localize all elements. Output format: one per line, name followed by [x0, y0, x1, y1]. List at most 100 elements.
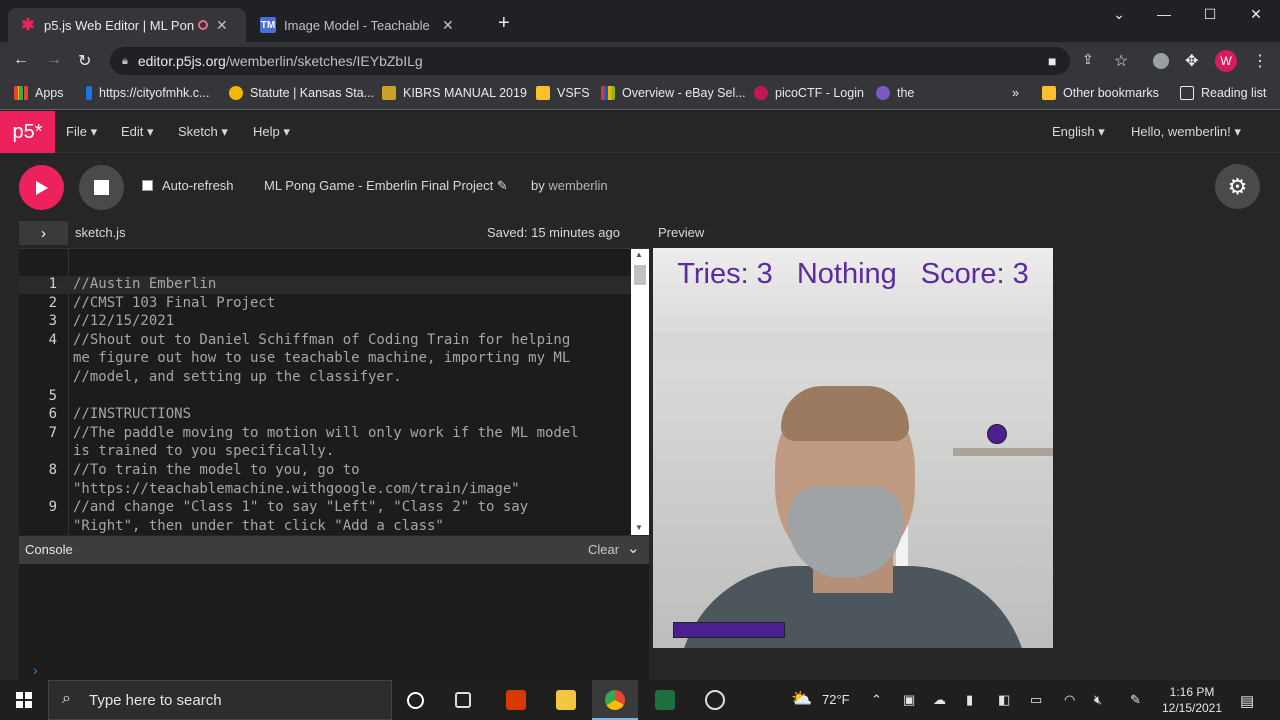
tab-search-icon[interactable]: ⌄: [1096, 6, 1142, 23]
auto-refresh-checkbox[interactable]: [142, 180, 153, 191]
reading-list[interactable]: Reading list: [1180, 86, 1266, 100]
settings-gear-icon[interactable]: ⚙: [1215, 164, 1260, 209]
new-tab-button[interactable]: +: [498, 12, 510, 35]
bookmark-ebay[interactable]: Overview - eBay Sel...: [601, 86, 746, 100]
windows-start-icon[interactable]: [16, 692, 32, 708]
code-line: //To train the model to you, go to: [73, 462, 360, 478]
bookmark-the[interactable]: the: [876, 86, 914, 100]
preview-canvas[interactable]: Tries: 3 Nothing Score: 3: [653, 248, 1053, 648]
saved-status: Saved: 15 minutes ago: [487, 225, 620, 240]
apps-grid-icon: [14, 86, 28, 100]
stop-button[interactable]: [79, 165, 124, 210]
office-icon[interactable]: [506, 690, 526, 710]
close-tab-icon[interactable]: ✕: [216, 17, 228, 34]
code-line: //Austin Emberlin: [73, 276, 217, 292]
browser-menu-icon[interactable]: ⋮: [1252, 51, 1268, 71]
menu-edit[interactable]: Edit ▾: [121, 124, 154, 140]
menu-file[interactable]: File ▾: [66, 124, 97, 140]
bookmark-kibrs[interactable]: KIBRS MANUAL 2019: [382, 86, 527, 100]
bookmark-star-icon[interactable]: ☆: [1114, 51, 1128, 71]
bookmark-cityofmhk[interactable]: https://cityofmhk.c...: [86, 86, 209, 100]
usb-icon[interactable]: ▮: [966, 692, 973, 708]
pen-icon[interactable]: ✎: [1130, 692, 1141, 708]
collapse-console-icon[interactable]: ⌄: [627, 539, 640, 557]
sketch-toolbar: Auto-refresh ML Pong Game - Emberlin Fin…: [0, 153, 1280, 218]
bookmark-apps[interactable]: Apps: [14, 86, 64, 100]
console-output[interactable]: ›: [19, 564, 649, 680]
taskbar-search-box[interactable]: ⌕ Type here to search: [48, 680, 392, 720]
bookmarks-overflow-button[interactable]: »: [1012, 86, 1019, 100]
extension-icon[interactable]: [1153, 53, 1169, 69]
code-editor[interactable]: 1 //Austin Emberlin 2 //CMST 103 Final Proj…: [19, 248, 649, 535]
teachable-machine-favicon-icon: TM: [260, 17, 276, 33]
minimize-button[interactable]: —: [1141, 6, 1187, 22]
other-bookmarks[interactable]: Other bookmarks: [1042, 86, 1159, 100]
security-icon[interactable]: ◧: [998, 692, 1010, 708]
line-number: 5: [48, 387, 57, 404]
clock[interactable]: 1:16 PM 12/15/2021: [1156, 684, 1228, 716]
tries-text: Tries: 3: [677, 258, 773, 290]
tab-p5-editor[interactable]: ✱ p5.js Web Editor | ML Pong G ✕: [8, 8, 246, 42]
weather-temp[interactable]: 72°F: [822, 692, 850, 707]
play-icon: [35, 180, 48, 195]
puzzle-extensions-icon[interactable]: ✥: [1185, 51, 1198, 71]
excel-icon[interactable]: [655, 690, 675, 710]
user-menu[interactable]: Hello, wemberlin! ▾: [1131, 124, 1241, 140]
p5-logo[interactable]: p5*: [0, 111, 55, 153]
play-button[interactable]: [19, 165, 64, 210]
weather-icon: ⛅: [791, 689, 813, 708]
file-explorer-icon[interactable]: [556, 690, 576, 710]
reading-list-icon: [1180, 86, 1194, 100]
onedrive-icon[interactable]: ☁: [933, 692, 946, 708]
chrome-icon: [605, 690, 625, 710]
clock-date: 12/15/2021: [1161, 701, 1223, 715]
tab-teachable-machine[interactable]: TM Image Model - Teachable Machin ✕: [248, 8, 486, 42]
scroll-down-icon[interactable]: ▼: [635, 523, 643, 532]
bookmark-statute[interactable]: Statute | Kansas Sta...: [229, 86, 374, 100]
sketch-title[interactable]: ML Pong Game - Emberlin Final Project ✎: [264, 178, 508, 194]
author-link[interactable]: wemberlin: [548, 178, 607, 193]
volume-muted-icon[interactable]: 🔇︎: [1094, 692, 1102, 708]
battery-icon[interactable]: ▭: [1030, 692, 1042, 708]
wifi-icon[interactable]: ◠: [1064, 692, 1075, 708]
line-number: 6: [48, 406, 57, 423]
meet-now-icon[interactable]: ▣: [903, 692, 915, 708]
cortana-icon[interactable]: [407, 692, 424, 709]
code-line: "Right", then under that click "Add a cl…: [73, 517, 444, 534]
expand-sidebar-button[interactable]: ›: [19, 221, 68, 245]
pong-ball: [987, 424, 1007, 444]
code-line: //The paddle moving to motion will only …: [73, 424, 579, 441]
task-view-icon[interactable]: [455, 692, 471, 708]
tray-overflow-icon[interactable]: ⌃: [871, 692, 882, 708]
back-arrow-icon[interactable]: ←: [13, 51, 29, 69]
share-icon[interactable]: ⇪: [1082, 51, 1094, 68]
code-line: //CMST 103 Final Project: [73, 294, 276, 311]
wall-ledge: [953, 448, 1053, 456]
close-tab-icon[interactable]: ✕: [442, 17, 454, 34]
chrome-taskbar-button[interactable]: [592, 680, 638, 720]
editor-scroll-thumb[interactable]: [634, 265, 646, 285]
workspace: › sketch.js Saved: 15 minutes ago Previe…: [0, 218, 1280, 680]
sketch-author: by wemberlin: [531, 178, 608, 193]
forward-arrow-icon[interactable]: →: [46, 51, 62, 69]
close-window-button[interactable]: ✕: [1233, 6, 1279, 23]
url-bar[interactable]: 🔒︎ editor.p5js.org/wemberlin/sketches/IE…: [110, 47, 1070, 75]
obs-icon[interactable]: [705, 690, 725, 710]
editor-scrollbar[interactable]: [631, 249, 649, 535]
clear-console-button[interactable]: Clear: [588, 542, 619, 557]
maximize-button[interactable]: ☐: [1187, 6, 1233, 23]
scroll-up-icon[interactable]: ▲: [635, 250, 643, 259]
p5-favicon-icon: ✱: [21, 17, 35, 34]
bookmark-vsfs[interactable]: VSFS: [536, 86, 590, 100]
bookmark-picoctf[interactable]: picoCTF - Login: [754, 86, 864, 100]
menu-sketch[interactable]: Sketch ▾: [178, 124, 228, 140]
caret-down-icon: ▾: [147, 124, 154, 139]
console-header: Console Clear ⌄: [19, 536, 649, 564]
profile-avatar[interactable]: W: [1215, 50, 1237, 72]
camera-icon[interactable]: ■: [1048, 53, 1056, 69]
notifications-icon[interactable]: ▤: [1240, 692, 1254, 710]
language-menu[interactable]: English ▾: [1052, 124, 1105, 140]
classification-label: Nothing: [796, 258, 897, 290]
menu-help[interactable]: Help ▾: [253, 124, 290, 140]
reload-icon[interactable]: ↻: [78, 51, 91, 71]
